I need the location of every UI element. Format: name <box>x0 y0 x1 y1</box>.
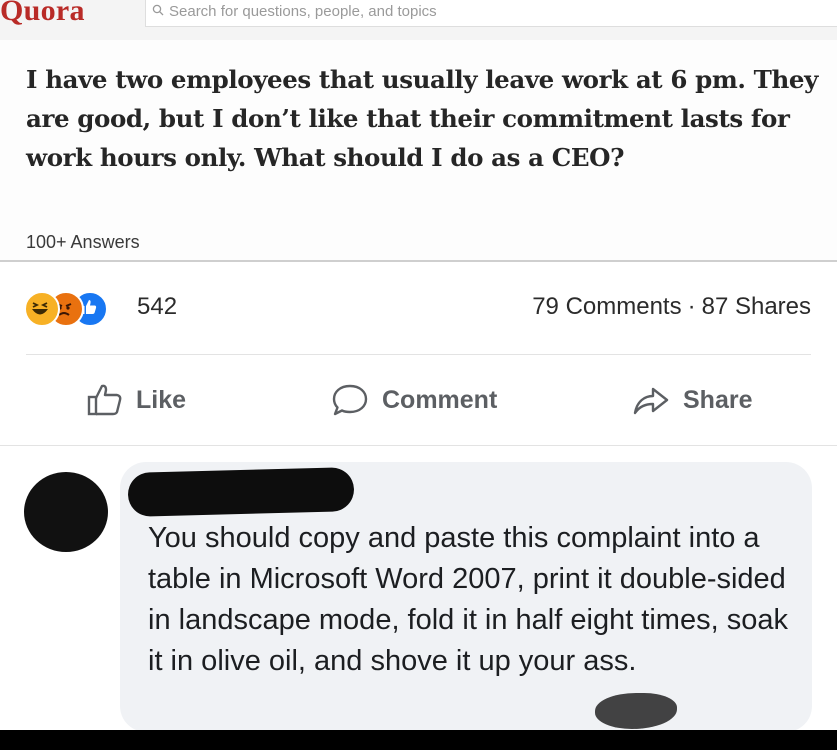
comment-text: You should copy and paste this complaint… <box>148 522 788 677</box>
quora-search-input: Search for questions, people, and topics <box>145 0 837 27</box>
stats-separator: · <box>687 293 696 320</box>
quora-header: Quora Search for questions, people, and … <box>0 0 837 40</box>
share-label: Share <box>683 385 753 414</box>
share-button[interactable]: Share <box>631 380 752 420</box>
answers-count: 100+ Answers <box>26 232 140 252</box>
quora-logo: Quora <box>0 0 85 27</box>
question-title: I have two employees that usually leave … <box>26 65 818 172</box>
quora-divider <box>0 260 837 262</box>
bottom-edge <box>0 730 837 750</box>
divider <box>0 445 837 446</box>
quora-screenshot: Quora Search for questions, people, and … <box>0 0 837 262</box>
comment-icon <box>332 384 368 416</box>
avatar[interactable] <box>24 472 108 552</box>
comment-label: Comment <box>382 385 498 414</box>
thumbs-up-icon <box>87 384 122 416</box>
shares-count[interactable]: 87 Shares <box>702 293 811 320</box>
reaction-count[interactable]: 542 <box>137 293 177 321</box>
comments-count[interactable]: 79 Comments <box>532 293 681 320</box>
comment-button[interactable]: Comment <box>330 380 497 420</box>
post-stats: 79 Comments · 87 Shares <box>532 293 811 321</box>
share-arrow-icon <box>633 387 669 415</box>
like-label: Like <box>136 385 187 414</box>
like-button[interactable]: Like <box>86 380 186 420</box>
comment-author-redacted[interactable] <box>127 467 355 517</box>
divider <box>26 354 811 355</box>
reaction-icons[interactable] <box>24 291 134 327</box>
search-placeholder: Search for questions, people, and topics <box>169 3 437 20</box>
haha-icon <box>24 291 60 327</box>
search-icon <box>152 4 164 16</box>
